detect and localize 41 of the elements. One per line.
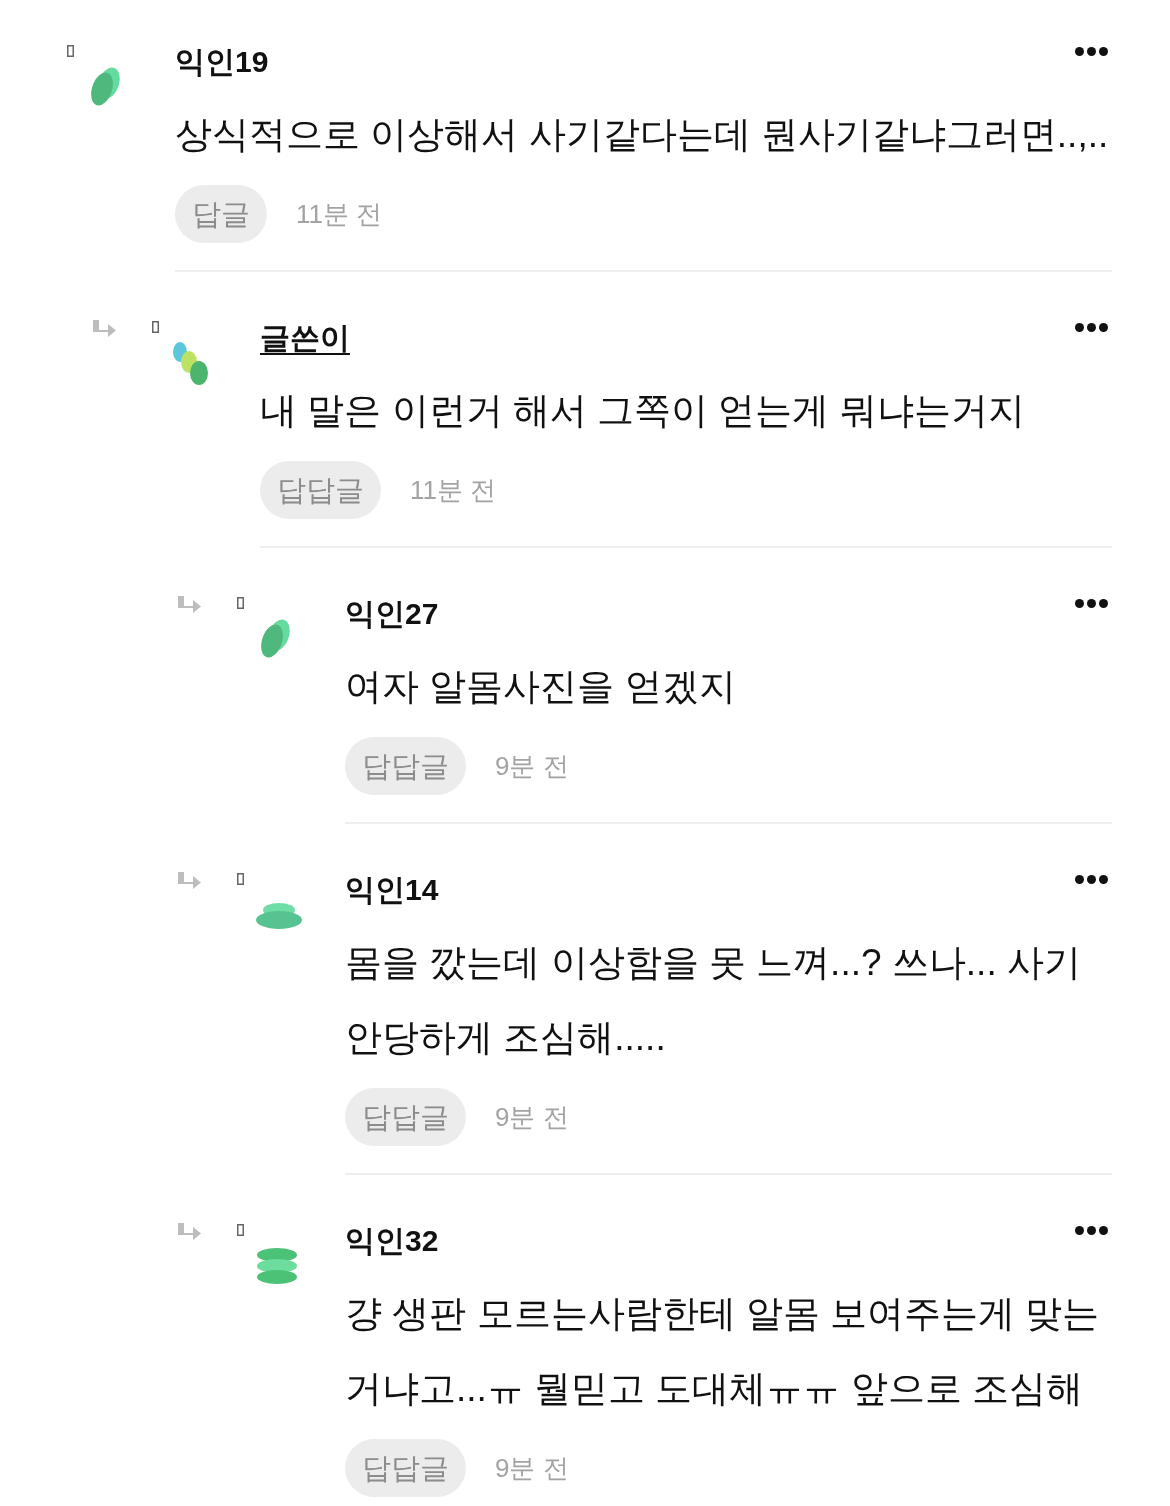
- reply-button[interactable]: 답답글: [260, 461, 381, 519]
- comment-text: 상식적으로 이상해서 사기같다는데 뭔사기같냐그러면..,..: [175, 113, 1110, 157]
- avatar-icon: [256, 901, 302, 929]
- small-rectangle-icon: [67, 45, 74, 57]
- author-name: 익인27: [345, 596, 439, 632]
- avatar-icon: [256, 1247, 298, 1285]
- more-icon: [1075, 1226, 1108, 1235]
- small-rectangle-icon: [237, 873, 244, 885]
- more-button[interactable]: [1075, 599, 1108, 608]
- comment-time: 9분 전: [495, 1100, 569, 1134]
- comment-time: 9분 전: [495, 749, 569, 783]
- more-icon: [1075, 599, 1108, 608]
- more-icon: [1075, 47, 1108, 56]
- small-rectangle-icon: [237, 597, 244, 609]
- reply-arrow-icon: [177, 595, 202, 616]
- more-button[interactable]: [1075, 323, 1108, 332]
- more-button[interactable]: [1075, 1226, 1108, 1235]
- author-name: 글쓴이: [260, 320, 350, 356]
- comment-time: 11분 전: [410, 473, 497, 507]
- comment-time: 11분 전: [296, 197, 383, 231]
- comment-time: 9분 전: [495, 1451, 569, 1485]
- reply-arrow-icon: [92, 319, 117, 340]
- reply-button[interactable]: 답답글: [345, 737, 466, 795]
- reply-arrow-icon: [177, 1222, 202, 1243]
- comment-text: 여자 알몸사진을 얻겠지: [345, 665, 737, 709]
- more-icon: [1075, 323, 1108, 332]
- small-rectangle-icon: [237, 1224, 244, 1236]
- reply-arrow-icon: [177, 871, 202, 892]
- comment-text: 걍 생판 모르는사람한테 알몸 보여주는게 맞는 거냐고...ㅠ 뭘믿고 도대체ㅠㅠ 앞으로 조심해: [345, 1292, 1101, 1411]
- author-name: 익인32: [345, 1223, 439, 1259]
- small-rectangle-icon: [152, 321, 159, 333]
- author-name: 익인14: [345, 872, 439, 908]
- author-name: 익인19: [175, 44, 269, 80]
- more-icon: [1075, 875, 1108, 884]
- comment-text: 내 말은 이런거 해서 그쪽이 얻는게 뭐냐는거지: [260, 389, 1026, 433]
- reply-button[interactable]: 답답글: [345, 1439, 466, 1497]
- more-button[interactable]: [1075, 875, 1108, 884]
- reply-button[interactable]: 답답글: [345, 1088, 466, 1146]
- more-button[interactable]: [1075, 47, 1108, 56]
- reply-button[interactable]: 답글: [175, 185, 267, 243]
- comment-text: 몸을 깠는데 이상함을 못 느껴...? 쓰나... 사기 안당하게 조심해.....: [345, 941, 1082, 1060]
